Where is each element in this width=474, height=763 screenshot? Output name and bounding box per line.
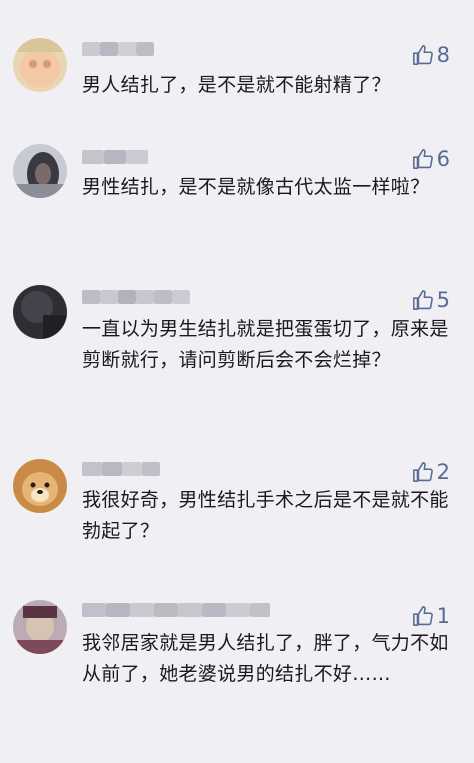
avatar[interactable]: [13, 285, 67, 339]
nickname-blurred: [82, 603, 270, 617]
comment-text: 我很好奇，男性结扎手术之后是不是就不能勃起了？: [82, 489, 449, 542]
like-button[interactable]: 1: [412, 603, 450, 629]
thumbs-up-icon: [412, 45, 433, 65]
thumbs-up-icon: [412, 462, 433, 482]
thumbs-up-icon: [412, 606, 433, 626]
like-button[interactable]: 2: [412, 459, 450, 485]
comment-item: 8 男人结扎了，是不是就不能射精了？: [0, 0, 474, 128]
avatar[interactable]: [13, 459, 67, 513]
like-count: 6: [436, 147, 450, 171]
avatar[interactable]: [13, 144, 67, 198]
nickname-blurred: [82, 462, 160, 476]
nickname-blurred: [82, 290, 190, 304]
like-button[interactable]: 5: [412, 287, 450, 313]
like-button[interactable]: 8: [412, 42, 450, 68]
like-count: 2: [436, 460, 450, 484]
thumbs-up-icon: [412, 290, 433, 310]
comment-text: 一直以为男生结扎就是把蛋蛋切了，原来是剪断就行，请问剪断后会不会烂掉？: [82, 318, 449, 371]
comment-text: 男性结扎，是不是就像古代太监一样啦？: [82, 176, 430, 198]
like-count: 5: [436, 288, 450, 312]
like-button[interactable]: 6: [412, 146, 450, 172]
comment-text: 男人结扎了，是不是就不能射精了？: [82, 74, 391, 96]
like-count: 1: [436, 604, 450, 628]
like-count: 8: [436, 43, 450, 67]
nickname-blurred: [82, 42, 154, 56]
comment-text: 我邻居家就是男人结扎了，胖了，气力不如从前了，她老婆说男的结扎不好……: [82, 632, 449, 685]
avatar[interactable]: [13, 38, 67, 92]
avatar[interactable]: [13, 600, 67, 654]
thumbs-up-icon: [412, 149, 433, 169]
nickname-blurred: [82, 150, 148, 164]
